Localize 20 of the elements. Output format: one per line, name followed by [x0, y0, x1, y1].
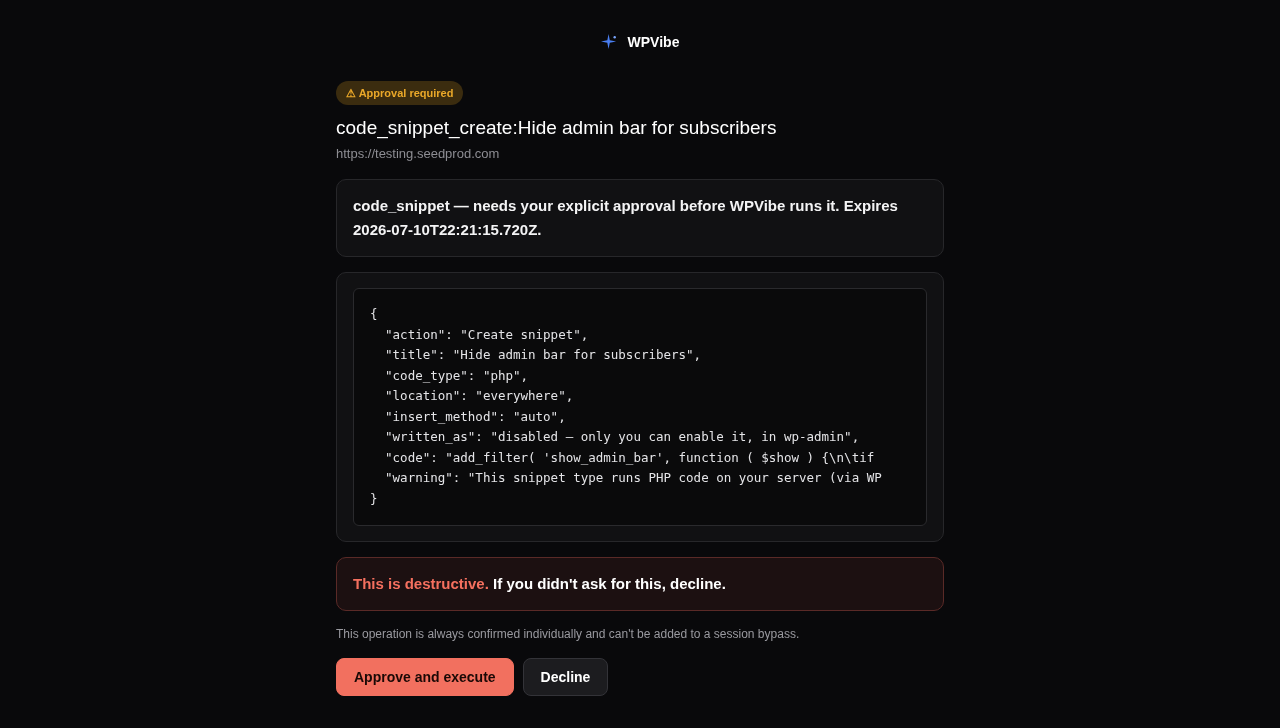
code-line: }	[370, 489, 379, 508]
code-line: "location": "everywhere",	[384, 387, 575, 405]
brand-name: WPVibe	[627, 34, 680, 50]
status-badge: ⚠ Approval required	[336, 81, 464, 105]
summary-text: code_snippet — needs your explicit approval before WPVibe runs it. Expires 2026-07-10T22:21:15.720Z.	[336, 179, 944, 257]
code-line: "warning": "This snippet type runs PHP code on your server (via WP	[384, 469, 883, 487]
code-line: "action": "Create snippet",	[384, 325, 590, 344]
code-line: {	[370, 305, 379, 323]
note-text: This operation is always confirmed individually and can't be added to a session bypass.	[336, 626, 801, 642]
code-line: "code_type": "php",	[384, 366, 530, 385]
warning-text: This is destructive. If you didn't ask for this, decline.	[353, 575, 726, 592]
approve-button[interactable]: Approve and execute	[336, 658, 514, 696]
code-line: "written_as": "disabled — only you can enable it, in wp-admin",	[384, 428, 861, 446]
code-line: "code": "add_filter( 'show_admin_bar', function ( $show ) {\n\tif	[384, 448, 876, 467]
sparkle-icon	[600, 33, 618, 51]
code-line: "insert_method": "auto",	[384, 407, 567, 426]
code-line: "title": "Hide admin bar for subscribers",	[384, 346, 703, 364]
site-url: https://testing.seedprod.com	[336, 146, 501, 162]
request-title: code_snippet_create:Hide admin bar for subscribers	[336, 116, 778, 141]
decline-button[interactable]: Decline	[522, 658, 609, 696]
